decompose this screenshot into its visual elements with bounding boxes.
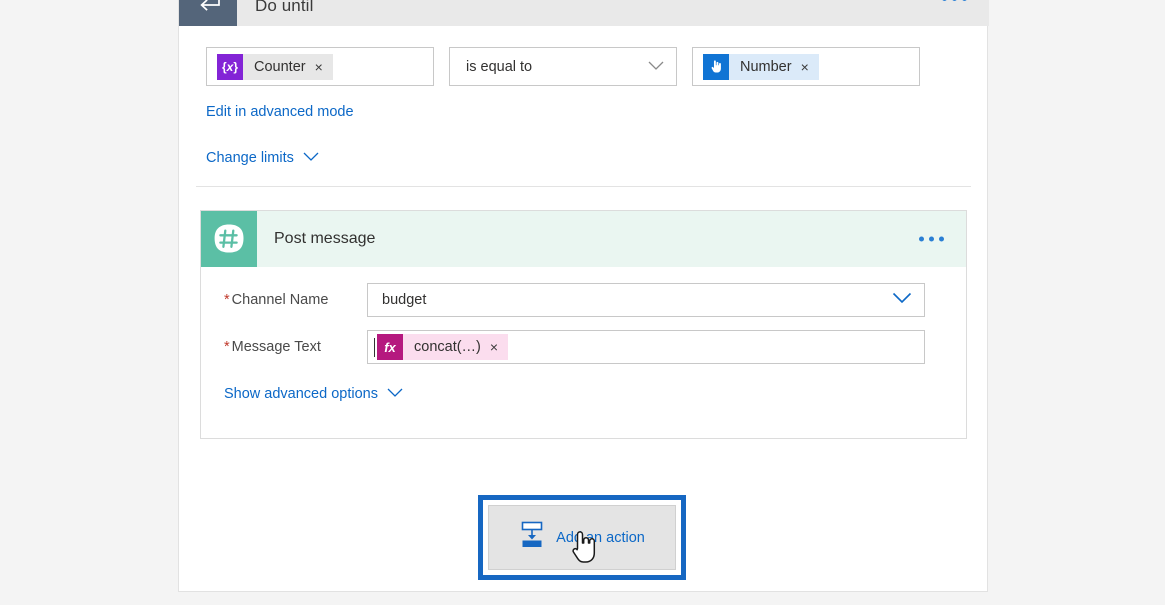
chevron-down-icon [892, 291, 912, 309]
required-asterisk: * [224, 292, 230, 308]
post-message-header[interactable]: Post message [201, 211, 966, 267]
message-text-label-text: Message Text [231, 339, 321, 355]
number-token[interactable]: Number × [703, 53, 819, 80]
section-divider [196, 186, 971, 187]
counter-token-remove-icon[interactable]: × [315, 60, 323, 74]
do-until-condition-row: {x} Counter × is equal to Number × [206, 47, 966, 86]
chevron-down-icon [303, 150, 319, 166]
do-until-overflow-menu-icon[interactable] [942, 0, 967, 1]
text-caret [374, 337, 375, 357]
menu-dot [942, 0, 947, 1]
channel-name-label-text: Channel Name [231, 292, 329, 308]
concat-expression-token[interactable]: fx concat(…) × [377, 334, 509, 360]
message-text-row: * Message Text fx concat(…) × [201, 330, 966, 364]
slack-hash-icon [201, 211, 257, 267]
channel-name-label: * Channel Name [224, 292, 328, 308]
required-asterisk: * [224, 339, 230, 355]
show-advanced-options-label: Show advanced options [224, 386, 378, 402]
add-an-action-button[interactable]: Add an action [488, 505, 676, 570]
menu-dot [952, 0, 957, 1]
show-advanced-options-link[interactable]: Show advanced options [224, 386, 403, 402]
channel-name-row: * Channel Name budget [201, 283, 966, 317]
condition-operator-value: is equal to [466, 58, 533, 75]
post-message-title: Post message [274, 230, 376, 247]
condition-operator-dropdown[interactable]: is equal to [449, 47, 677, 86]
menu-dot [939, 236, 944, 242]
menu-dot [919, 236, 924, 242]
channel-name-dropdown[interactable]: budget [367, 283, 925, 317]
counter-token[interactable]: {x} Counter × [217, 53, 333, 80]
fx-expression-icon: fx [377, 334, 403, 360]
post-message-overflow-menu-icon[interactable] [919, 236, 944, 242]
condition-right-field[interactable]: Number × [692, 47, 920, 86]
number-token-label: Number [740, 58, 792, 75]
counter-token-label: Counter [254, 58, 306, 75]
number-token-remove-icon[interactable]: × [801, 60, 809, 74]
variable-braces-icon: {x} [217, 53, 243, 80]
do-until-header[interactable]: Do until [179, 0, 989, 26]
concat-token-remove-icon[interactable]: × [490, 340, 498, 354]
menu-dot [962, 0, 967, 1]
post-message-action-card: Post message * Channel Name budget * Mes… [200, 210, 967, 439]
flow-designer-canvas: Do until {x} Counter × is equal to Numbe… [0, 0, 1165, 605]
menu-dot [929, 236, 934, 242]
forms-hand-icon [703, 53, 729, 80]
edit-in-advanced-mode-label: Edit in advanced mode [206, 104, 354, 120]
insert-below-icon [519, 521, 545, 554]
concat-token-label: concat(…) [414, 339, 481, 355]
change-limits-label: Change limits [206, 150, 294, 166]
message-text-input[interactable]: fx concat(…) × [367, 330, 925, 364]
change-limits-link[interactable]: Change limits [206, 150, 319, 166]
message-text-label: * Message Text [224, 339, 321, 355]
channel-name-value: budget [382, 292, 427, 308]
chevron-down-icon [387, 386, 403, 402]
do-until-title: Do until [255, 0, 314, 15]
edit-in-advanced-mode-link[interactable]: Edit in advanced mode [206, 104, 354, 120]
loop-return-icon [179, 0, 237, 26]
chevron-down-icon [648, 58, 664, 76]
condition-left-field[interactable]: {x} Counter × [206, 47, 434, 86]
add-an-action-label: Add an action [556, 529, 645, 546]
